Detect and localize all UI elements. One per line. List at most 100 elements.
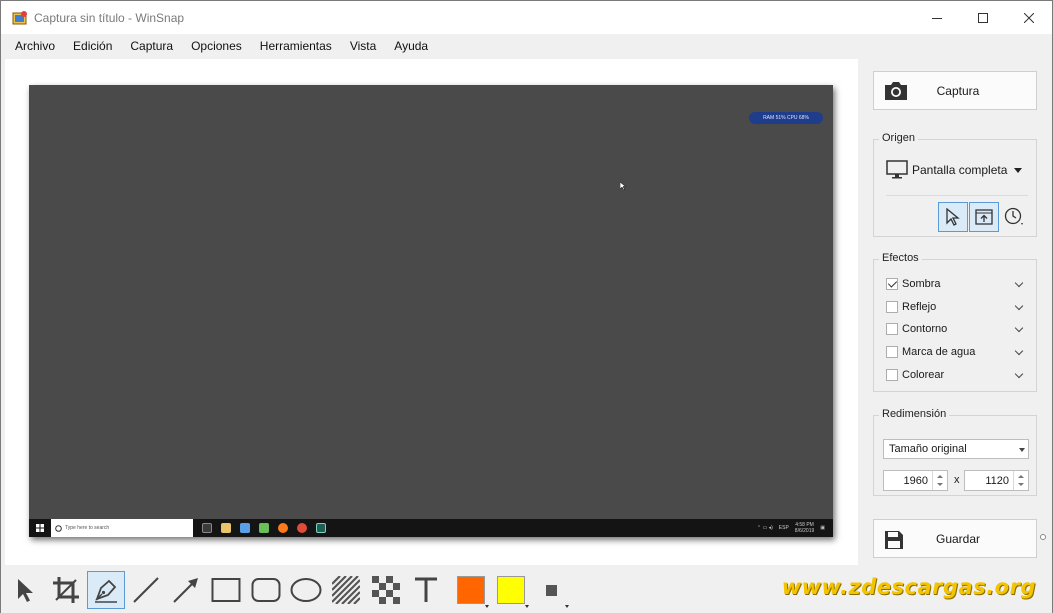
right-panel: Captura Origen Pantalla completa Efectos… bbox=[863, 59, 1052, 584]
window-capture-icon bbox=[975, 209, 993, 225]
resize-group: Redimensión Tamaño original 1960 x 1120 bbox=[873, 408, 1037, 496]
secondary-color-caret-icon[interactable] bbox=[525, 605, 529, 608]
secondary-color-swatch[interactable] bbox=[497, 576, 525, 604]
pixelate-tool[interactable] bbox=[367, 571, 405, 609]
effect-reflejo-checkbox[interactable] bbox=[886, 301, 898, 313]
cursor-arrow-icon bbox=[18, 579, 33, 602]
menu-opciones[interactable]: Opciones bbox=[182, 39, 251, 53]
pen-icon bbox=[95, 579, 117, 603]
chevron-down-icon[interactable] bbox=[1014, 323, 1024, 332]
effect-contorno-checkbox[interactable] bbox=[886, 323, 898, 335]
resize-select[interactable]: Tamaño original bbox=[883, 439, 1029, 459]
monitor-icon bbox=[886, 160, 908, 179]
width-spin-icon[interactable] bbox=[932, 471, 947, 490]
captured-screenshot[interactable]: RAM 51% CPU 68% Type here to search ⌃ ▭ … bbox=[29, 85, 833, 537]
menu-archivo[interactable]: Archivo bbox=[1, 39, 64, 53]
line-icon bbox=[133, 577, 159, 603]
rounded-rectangle-icon bbox=[251, 578, 281, 602]
app-icon-teal bbox=[316, 523, 326, 533]
width-value: 1960 bbox=[903, 474, 928, 487]
effect-colorear-label: Colorear bbox=[902, 369, 945, 381]
save-side-handle[interactable] bbox=[1040, 534, 1046, 540]
width-stepper[interactable]: 1960 bbox=[883, 470, 948, 491]
ellipse-tool[interactable] bbox=[287, 571, 325, 609]
rounded-rectangle-tool[interactable] bbox=[247, 571, 285, 609]
arrow-tool[interactable] bbox=[167, 571, 205, 609]
save-label: Guardar bbox=[935, 531, 981, 546]
hatch-tool[interactable] bbox=[327, 571, 365, 609]
line-width-icon[interactable] bbox=[546, 585, 557, 596]
perf-widget-text: RAM 51% CPU 68% bbox=[763, 115, 809, 121]
chevron-down-icon[interactable] bbox=[1014, 301, 1024, 310]
origin-separator bbox=[886, 195, 1028, 196]
effect-sombra-checkbox[interactable] bbox=[886, 278, 898, 290]
height-stepper[interactable]: 1120 bbox=[964, 470, 1029, 491]
height-spin-icon[interactable] bbox=[1013, 471, 1028, 490]
menu-edicion[interactable]: Edición bbox=[64, 39, 121, 53]
window-mode-button[interactable] bbox=[969, 202, 999, 232]
tray-icons: ⌃ ▭ ◂) bbox=[756, 525, 773, 531]
menu-vista[interactable]: Vista bbox=[341, 39, 385, 53]
chevron-down-icon[interactable] bbox=[1014, 369, 1024, 378]
effect-contorno[interactable]: Contorno bbox=[886, 320, 1026, 338]
primary-color-caret-icon[interactable] bbox=[485, 605, 489, 608]
winsnap-window: Captura sin título - WinSnap Archivo Edi… bbox=[0, 0, 1053, 613]
chevron-down-icon[interactable] bbox=[1014, 346, 1024, 355]
line-tool[interactable] bbox=[127, 571, 165, 609]
origin-dropdown-caret-icon[interactable] bbox=[1014, 168, 1022, 173]
rectangle-tool[interactable] bbox=[207, 571, 245, 609]
effect-sombra-label: Sombra bbox=[902, 278, 941, 290]
effect-marca-de-agua-checkbox[interactable] bbox=[886, 346, 898, 358]
primary-color-swatch[interactable] bbox=[457, 576, 485, 604]
minimize-icon bbox=[932, 17, 942, 19]
select-tool[interactable] bbox=[7, 571, 45, 609]
crop-icon bbox=[53, 577, 79, 603]
menu-herramientas[interactable]: Herramientas bbox=[251, 39, 341, 53]
site-watermark: www.zdescargas.org bbox=[781, 575, 1036, 599]
window-title: Captura sin título - WinSnap bbox=[34, 10, 185, 25]
origin-tools bbox=[938, 202, 1030, 232]
file-explorer-icon bbox=[221, 523, 231, 533]
ellipse-icon bbox=[290, 578, 322, 602]
maximize-button[interactable] bbox=[960, 1, 1006, 34]
drawing-toolbar: www.zdescargas.org bbox=[1, 566, 1052, 613]
crop-tool[interactable] bbox=[47, 571, 85, 609]
task-view-icon bbox=[202, 523, 212, 533]
window-controls bbox=[914, 1, 1052, 34]
times-sign: x bbox=[954, 474, 960, 486]
maximize-icon bbox=[978, 12, 988, 23]
canvas-area[interactable]: RAM 51% CPU 68% Type here to search ⌃ ▭ … bbox=[5, 59, 858, 565]
origin-select[interactable]: Pantalla completa bbox=[886, 160, 1007, 180]
chrome-icon bbox=[297, 523, 307, 533]
save-button[interactable]: Guardar bbox=[873, 519, 1037, 558]
preview-search-box: Type here to search bbox=[51, 519, 193, 537]
origin-selected: Pantalla completa bbox=[912, 163, 1008, 177]
effect-colorear[interactable]: Colorear bbox=[886, 366, 1026, 384]
app-icon-green bbox=[259, 523, 269, 533]
tray-clock: 4:58 PM 8/6/2019 bbox=[795, 522, 814, 534]
close-button[interactable] bbox=[1006, 1, 1052, 34]
pen-tool[interactable] bbox=[87, 571, 125, 609]
line-width-caret-icon[interactable] bbox=[565, 605, 569, 608]
preview-system-tray: ⌃ ▭ ◂) ESP 4:58 PM 8/6/2019 ▣ bbox=[757, 519, 825, 537]
mouse-cursor-icon bbox=[620, 182, 626, 190]
pointer-mode-button[interactable] bbox=[938, 202, 968, 232]
effect-sombra[interactable]: Sombra bbox=[886, 275, 1026, 293]
tray-lang: ESP bbox=[778, 525, 789, 531]
capture-button[interactable]: Captura bbox=[873, 71, 1037, 110]
preview-taskbar: Type here to search ⌃ ▭ ◂) ESP 4:58 PM 8… bbox=[29, 519, 833, 537]
timer-button[interactable] bbox=[1000, 202, 1030, 232]
menu-captura[interactable]: Captura bbox=[121, 39, 182, 53]
minimize-button[interactable] bbox=[914, 1, 960, 34]
text-tool[interactable] bbox=[407, 571, 445, 609]
effect-marca-de-agua[interactable]: Marca de agua bbox=[886, 343, 1026, 361]
resize-selected: Tamaño original bbox=[889, 443, 967, 455]
arrow-icon bbox=[173, 578, 198, 603]
close-icon bbox=[1024, 12, 1034, 23]
effect-colorear-checkbox[interactable] bbox=[886, 369, 898, 381]
chevron-down-icon[interactable] bbox=[1014, 278, 1024, 287]
search-circle-icon bbox=[55, 524, 62, 532]
rectangle-icon bbox=[211, 578, 241, 602]
effect-reflejo[interactable]: Reflejo bbox=[886, 298, 1026, 316]
menu-ayuda[interactable]: Ayuda bbox=[385, 39, 437, 53]
